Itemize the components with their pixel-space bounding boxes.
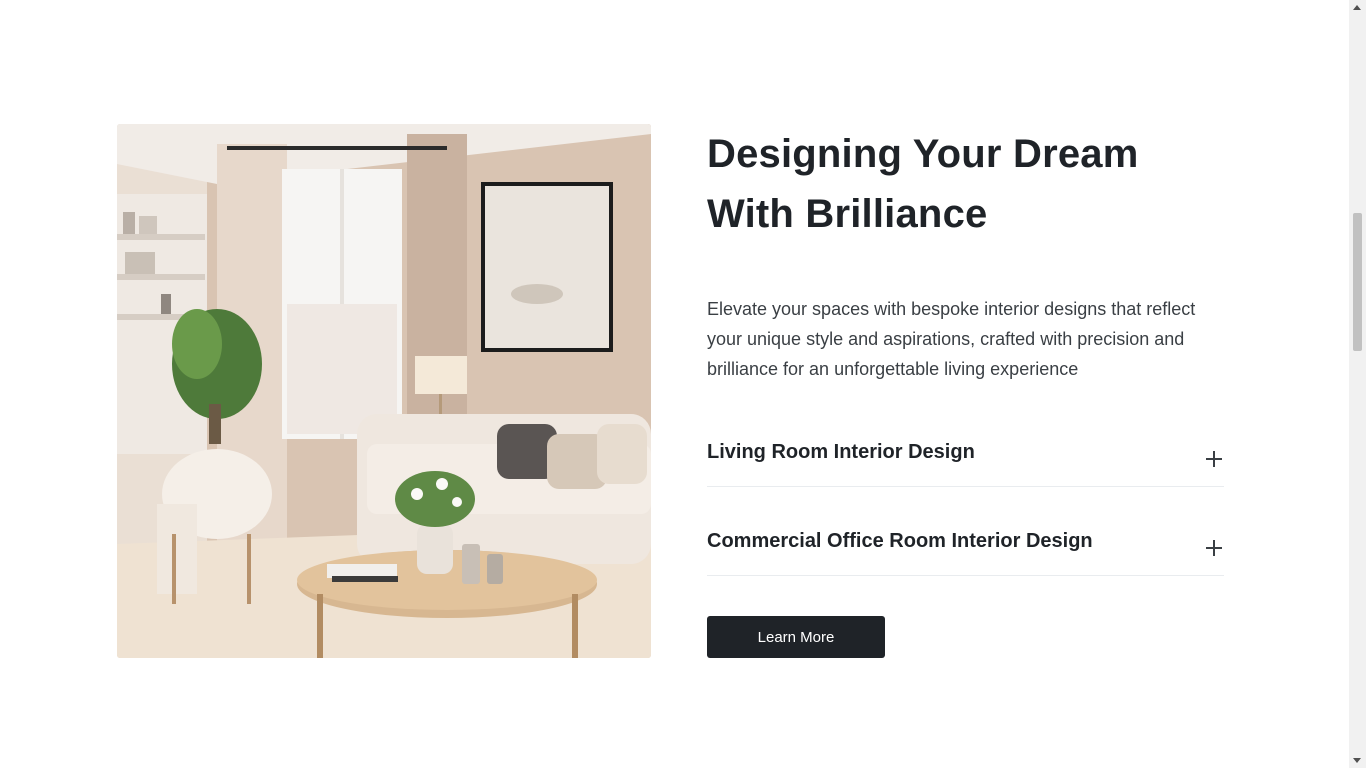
interior-photo <box>117 124 651 658</box>
section-description: Elevate your spaces with bespoke interio… <box>707 299 1196 379</box>
accordion-item-living-room[interactable]: Living Room Interior Design <box>707 437 1224 487</box>
interior-photo-illustration <box>117 124 651 658</box>
learn-more-button[interactable]: Learn More <box>707 616 885 658</box>
accordion-label: Living Room Interior Design <box>707 441 975 463</box>
accordion-item-commercial-office[interactable]: Commercial Office Room Interior Design <box>707 526 1224 576</box>
plus-icon[interactable] <box>1206 540 1222 556</box>
page: Designing Your Dream With Brilliance Ele… <box>0 0 1349 768</box>
scroll-up-arrow-icon[interactable] <box>1353 5 1361 10</box>
section-title: Designing Your Dream With Brilliance <box>707 132 1139 236</box>
plus-icon[interactable] <box>1206 451 1222 467</box>
accordion-label: Commercial Office Room Interior Design <box>707 530 1093 552</box>
content-column: Designing Your Dream With Brilliance Ele… <box>707 124 1224 658</box>
scroll-down-arrow-icon[interactable] <box>1353 758 1361 763</box>
vertical-scrollbar[interactable] <box>1349 0 1366 768</box>
scroll-thumb[interactable] <box>1353 213 1362 351</box>
